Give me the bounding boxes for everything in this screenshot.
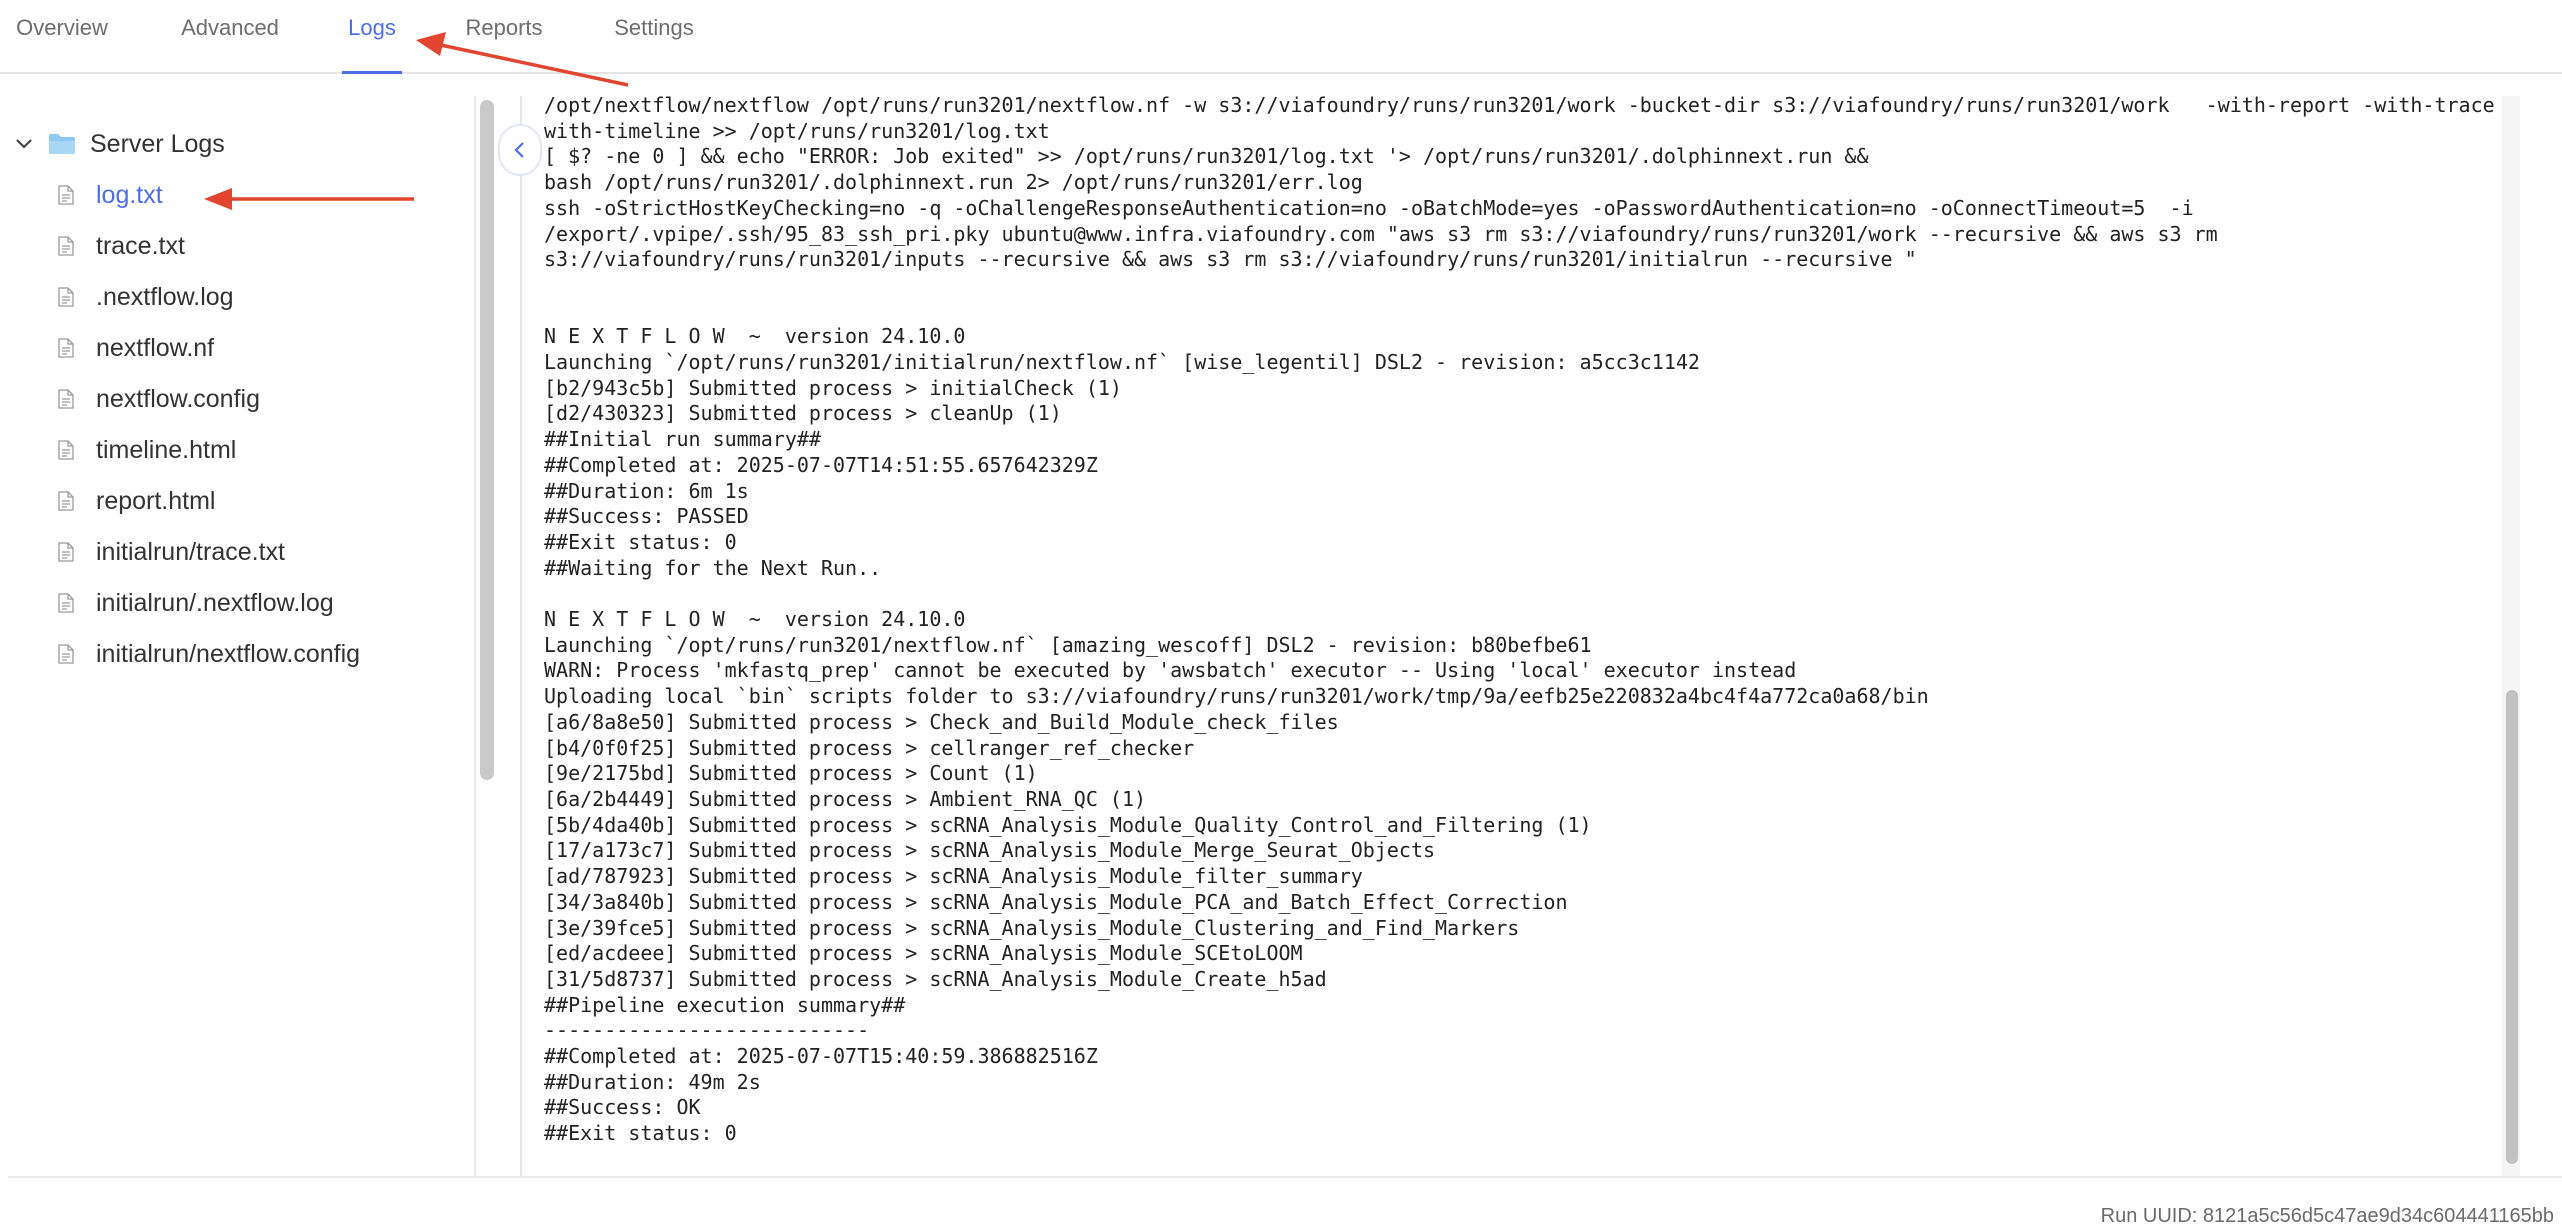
tab-logs[interactable]: Logs <box>342 0 402 74</box>
file-item-initialrun-nextflow-config[interactable]: initialrun/nextflow.config <box>58 634 360 674</box>
file-label: log.txt <box>96 180 163 209</box>
file-item-initialrun-trace-txt[interactable]: initialrun/trace.txt <box>58 532 285 572</box>
file-label: initialrun/trace.txt <box>96 537 285 566</box>
sidebar-scrollbar[interactable] <box>480 100 494 780</box>
file-item-log-txt[interactable]: log.txt <box>58 175 163 215</box>
file-label: initialrun/nextflow.config <box>96 639 361 668</box>
file-label: timeline.html <box>96 435 237 464</box>
tab-advanced[interactable]: Advanced <box>176 0 284 72</box>
tree-folder-label: Server Logs <box>90 129 225 158</box>
tab-reports[interactable]: Reports <box>460 0 548 72</box>
file-icon <box>58 542 74 562</box>
run-uuid: Run UUID: 8121a5c56d5c47ae9d34c604441165… <box>2100 1205 2554 1227</box>
file-item-nextflow-nf[interactable]: nextflow.nf <box>58 328 214 368</box>
file-icon <box>58 644 74 664</box>
collapse-sidebar-button[interactable] <box>500 126 540 174</box>
file-item-trace-txt[interactable]: trace.txt <box>58 226 185 266</box>
file-label: report.html <box>96 486 216 515</box>
folder-icon <box>49 134 75 154</box>
file-icon <box>58 491 74 511</box>
log-content: /opt/nextflow/nextflow /opt/runs/run3201… <box>544 96 2519 1146</box>
chevron-left-icon <box>514 142 524 158</box>
tab-bar: Overview Advanced Logs Reports Settings <box>0 0 2562 74</box>
file-icon <box>58 593 74 613</box>
tab-overview[interactable]: Overview <box>12 0 112 72</box>
tab-settings[interactable]: Settings <box>608 0 700 72</box>
file-item-report-html[interactable]: report.html <box>58 481 215 521</box>
file-label: nextflow.config <box>96 384 260 413</box>
log-viewer: /opt/nextflow/nextflow /opt/runs/run3201… <box>520 96 2522 1176</box>
file-label: nextflow.nf <box>96 333 215 362</box>
file-label: trace.txt <box>96 231 185 260</box>
file-icon <box>58 389 74 409</box>
chevron-down-icon[interactable] <box>14 134 34 154</box>
file-item-initialrun-nextflow-log[interactable]: initialrun/.nextflow.log <box>58 583 334 623</box>
file-item-nextflow-log[interactable]: .nextflow.log <box>58 277 234 317</box>
file-tree-sidebar: Server Logs log.txt trace.txt .nextflow.… <box>0 74 470 1174</box>
file-item-timeline-html[interactable]: timeline.html <box>58 430 236 470</box>
file-icon <box>58 185 74 205</box>
file-icon <box>58 338 74 358</box>
footer-divider <box>8 1176 2562 1178</box>
tree-folder-server-logs[interactable]: Server Logs <box>14 124 225 164</box>
file-label: .nextflow.log <box>96 282 234 311</box>
file-icon <box>58 236 74 256</box>
sidebar-divider <box>474 96 476 1176</box>
file-item-nextflow-config[interactable]: nextflow.config <box>58 379 260 419</box>
file-icon <box>58 287 74 307</box>
file-icon <box>58 440 74 460</box>
file-label: initialrun/.nextflow.log <box>96 588 334 617</box>
log-scrollbar-thumb[interactable] <box>2506 690 2518 1164</box>
